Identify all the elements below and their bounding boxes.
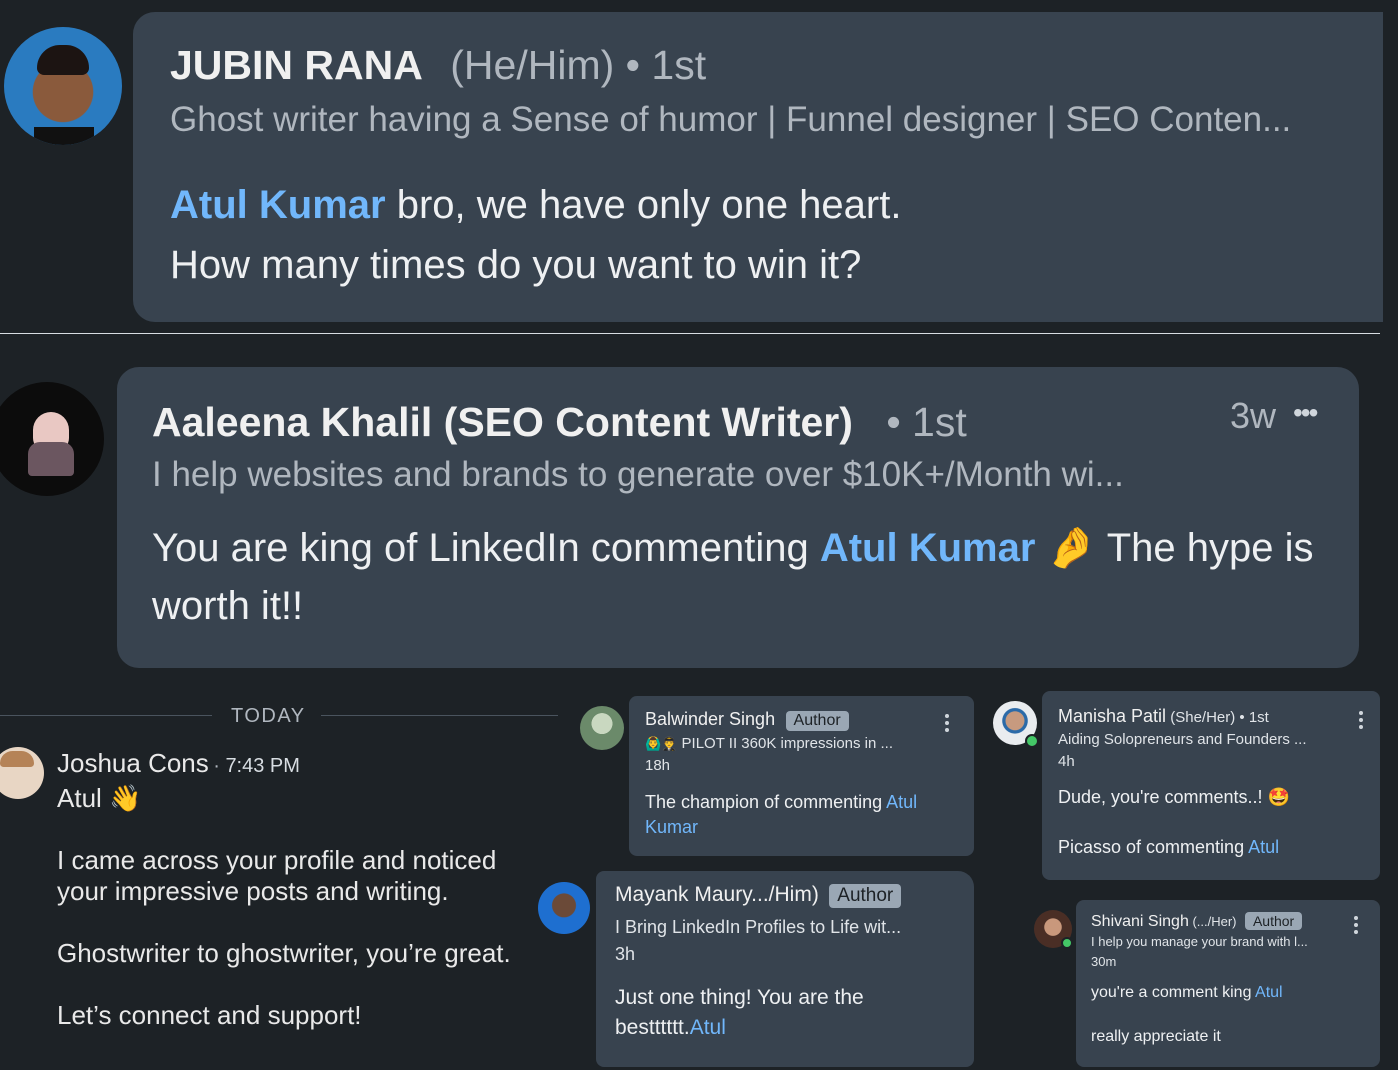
comment-card-manisha: Manisha Patil (She/Her) • 1st Aiding Sol…: [1042, 691, 1380, 880]
comment-text-line2: How many times do you want to win it?: [170, 243, 862, 287]
mention-atul-kumar[interactable]: Atul Kumar: [170, 183, 386, 227]
comment-card-jubin: JUBIN RANA (He/Him) • 1st Ghost writer h…: [133, 12, 1383, 322]
comment-text-line2: Picasso of commenting: [1058, 837, 1249, 857]
comment-text-part: bro, we have only one heart.: [385, 183, 902, 227]
more-options-icon[interactable]: [1359, 711, 1363, 729]
commenter-headline: I help websites and brands to generate o…: [152, 455, 1124, 494]
author-badge: Author: [829, 884, 902, 908]
more-options-icon[interactable]: [945, 714, 949, 732]
comment-text-line1: Dude, you're comments..! 🤩: [1058, 787, 1290, 807]
comment-time: 4h: [1058, 753, 1075, 770]
commenter-headline: I help you manage your brand with l...: [1091, 934, 1308, 949]
separator-line: [0, 333, 1380, 334]
pronouns: (.../Her): [1188, 914, 1237, 929]
mention-atul[interactable]: Atul: [1248, 837, 1279, 857]
pinched-fingers-emoji-icon: 🤌: [1046, 526, 1097, 570]
connection-degree: • 1st: [625, 42, 707, 88]
avatar-balwinder-singh[interactable]: [580, 706, 624, 750]
avatar-joshua-cons[interactable]: [0, 747, 44, 799]
comment-card-shivani: Shivani Singh (.../Her) Author I help yo…: [1076, 900, 1380, 1067]
commenter-name[interactable]: Balwinder Singh: [645, 709, 775, 729]
author-badge: Author: [785, 711, 849, 731]
online-status-icon: [1025, 734, 1039, 748]
commenter-name[interactable]: Aaleena Khalil (SEO Content Writer): [152, 399, 853, 445]
comment-text-line2: really appreciate it: [1091, 1028, 1221, 1045]
comment-time: 30m: [1091, 954, 1117, 969]
avatar-mayank-maurya[interactable]: [538, 882, 590, 934]
headline-emoji-icon: 🙆‍♂️👨‍✈️: [645, 736, 678, 751]
mention-atul[interactable]: Atul: [690, 1016, 726, 1039]
comment-card-aaleena: Aaleena Khalil (SEO Content Writer) • 1s…: [117, 367, 1359, 668]
message-paragraph-2: Ghostwriter to ghostwriter, you’re great…: [57, 938, 511, 968]
commenter-headline: PILOT II 360K impressions in ...: [677, 735, 894, 752]
online-status-icon: [1061, 937, 1073, 949]
date-divider-right: [321, 715, 558, 716]
author-badge: Author: [1244, 912, 1303, 930]
wave-emoji-icon: 👋: [109, 783, 142, 813]
message-body: Atul 👋 I came across your profile and no…: [57, 783, 527, 1031]
commenter-name[interactable]: Shivani Singh: [1091, 913, 1189, 930]
message-paragraph-1: I came across your profile and noticed y…: [57, 845, 497, 906]
date-divider-left: [0, 715, 212, 716]
mention-atul[interactable]: Atul: [1255, 984, 1283, 1001]
mention-atul-kumar[interactable]: Atul Kumar: [820, 526, 1036, 570]
greeting: Atul: [57, 783, 102, 813]
commenter-name[interactable]: JUBIN RANA: [170, 42, 423, 88]
comment-text: Atul Kumar bro, we have only one heart. …: [170, 175, 901, 295]
connection-degree: • 1st: [886, 399, 967, 445]
comment-time: 3w: [1230, 395, 1277, 436]
comment-time: 18h: [645, 757, 671, 774]
comment-text: The champion of commenting Atul Kumar: [645, 790, 950, 840]
more-options-icon[interactable]: [1354, 916, 1358, 934]
message-time: 7:43 PM: [225, 755, 300, 777]
message-paragraph-3: Let’s connect and support!: [57, 1000, 362, 1030]
comment-card-balwinder: Balwinder Singh Author 🙆‍♂️👨‍✈️ PILOT II…: [629, 696, 974, 856]
commenter-headline: I Bring LinkedIn Profiles to Life wit...: [615, 917, 902, 937]
date-divider-label: TODAY: [231, 705, 306, 727]
comment-text-part: The champion of commenting: [645, 792, 887, 812]
comment-text-part: Just one thing! You are the bestttttt.: [615, 986, 864, 1039]
comment-text: You are king of LinkedIn commenting Atul…: [152, 519, 1332, 635]
commenter-name[interactable]: Manisha Patil: [1058, 706, 1166, 726]
avatar-aaleena-khalil[interactable]: [0, 382, 104, 496]
dot-separator: ·: [213, 755, 226, 777]
avatar-jubin-rana[interactable]: [4, 27, 122, 145]
comment-text-part: You are king of LinkedIn commenting: [152, 526, 820, 570]
commenter-headline: Aiding Solopreneurs and Founders ...: [1058, 731, 1307, 748]
comment-text: Just one thing! You are the bestttttt.At…: [615, 983, 945, 1043]
comment-card-mayank: Mayank Maury.../Him) Author I Bring Link…: [596, 871, 974, 1067]
commenter-headline: Ghost writer having a Sense of humor | F…: [170, 100, 1292, 139]
comment-time: 3h: [615, 944, 636, 964]
more-options-icon[interactable]: •••: [1293, 397, 1318, 429]
commenter-name[interactable]: Mayank Maury.../Him): [615, 883, 819, 906]
comment-text-line1: you're a comment king: [1091, 984, 1256, 1001]
pronouns-degree: (She/Her) • 1st: [1166, 709, 1269, 726]
sender-name[interactable]: Joshua Cons: [57, 748, 209, 778]
pronouns: (He/Him): [450, 42, 615, 88]
